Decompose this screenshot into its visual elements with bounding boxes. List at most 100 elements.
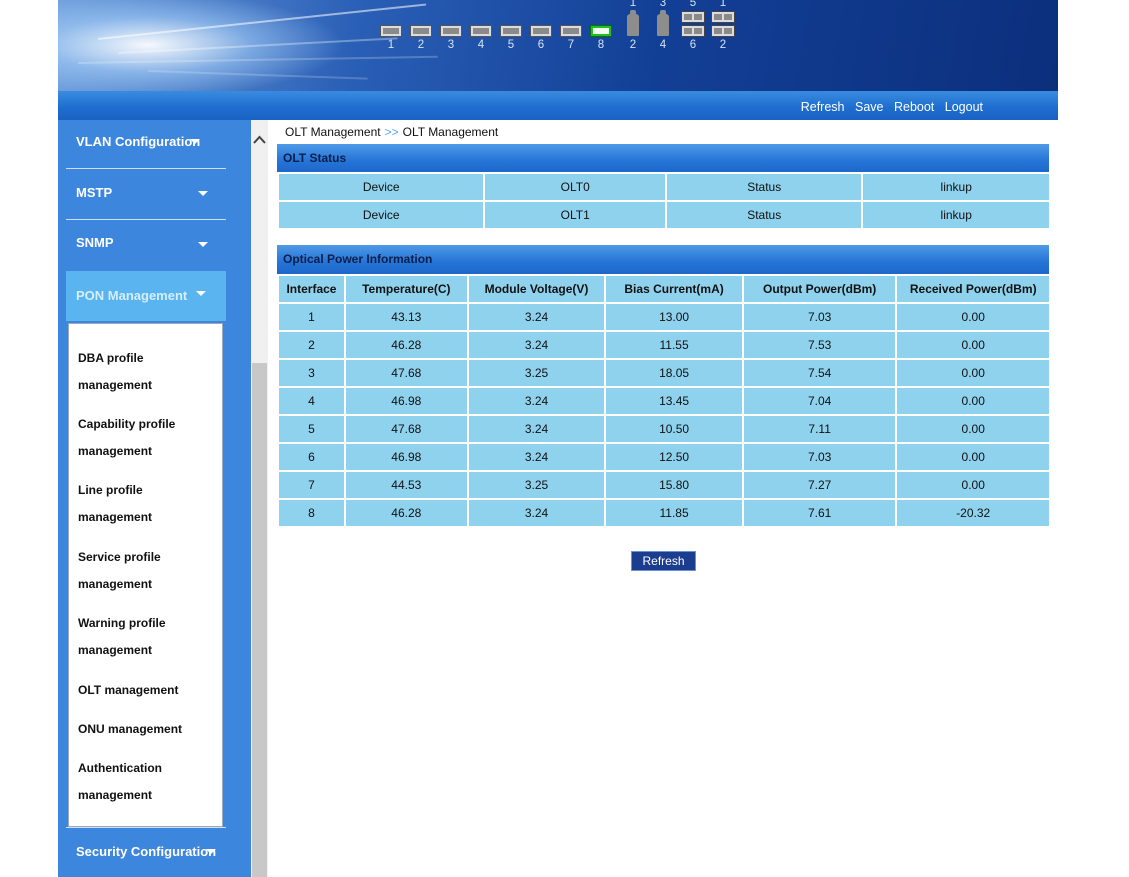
submenu-label: Capability profile [78, 417, 176, 431]
breadcrumb: OLT Management >> OLT Management [285, 125, 498, 139]
port-label: 6 [537, 39, 545, 51]
submenu-label: Service profile [78, 550, 161, 564]
table-row: 2 46.28 3.24 11.55 7.53 0.00 [277, 330, 1051, 360]
logout-link[interactable]: Logout [945, 100, 983, 114]
menu-vlan-configuration[interactable]: VLAN Configuration [66, 120, 226, 168]
pon-port-1-icon[interactable] [380, 25, 402, 37]
table-cell: 46.28 [343, 330, 469, 360]
sidebar: VLAN Configuration MSTP SNMP PON Managem… [58, 120, 251, 877]
menu-pon-management[interactable]: PON Management [66, 271, 226, 321]
table-cell: 7.11 [741, 414, 898, 444]
menu-snmp[interactable]: SNMP [66, 220, 226, 270]
menu-label: MSTP [76, 185, 113, 200]
submenu-label: ONU management [78, 722, 183, 736]
pon-port-7-icon[interactable] [560, 25, 582, 37]
chevron-down-icon [196, 291, 206, 296]
pon-port-2-icon[interactable] [410, 25, 432, 37]
pon-port-3-icon[interactable] [440, 25, 462, 37]
table-cell: 0.00 [895, 414, 1051, 444]
table-header-row: Interface Temperature(C) Module Voltage(V)… [277, 274, 1051, 304]
table-cell: 0.00 [895, 330, 1051, 360]
submenu-label: Warning profile [78, 616, 166, 630]
table-cell: 3.24 [466, 302, 607, 332]
table-cell: 46.98 [343, 386, 469, 416]
table-row: 1 43.13 3.24 13.00 7.03 0.00 [277, 302, 1051, 332]
submenu-onu-management[interactable]: ONU management [78, 716, 218, 743]
menu-label: PON Management [76, 288, 188, 303]
sfp-port-icon[interactable] [657, 10, 669, 36]
submenu-line-profile-management[interactable]: Line profile management [78, 477, 218, 531]
port-label: 1 [629, 0, 637, 9]
table-cell: 7.03 [741, 302, 898, 332]
pon-submenu: DBA profile management Capability profil… [68, 323, 223, 827]
pon-port-8-icon[interactable] [590, 25, 612, 37]
top-links: Refresh Save Reboot Logout [794, 100, 983, 114]
table-cell: 12.50 [604, 442, 744, 472]
table-cell: 46.28 [343, 498, 469, 528]
ge-port-icon[interactable] [681, 11, 705, 23]
column-header: Output Power(dBm) [741, 274, 898, 304]
refresh-link[interactable]: Refresh [801, 100, 845, 114]
submenu-label: management [78, 444, 153, 458]
sidebar-scrollbar-thumb[interactable] [252, 363, 267, 877]
table-cell: 0.00 [895, 442, 1051, 472]
table-cell: Device [276, 200, 486, 230]
submenu-olt-management[interactable]: OLT management [78, 677, 218, 704]
pon-port-6-icon[interactable] [530, 25, 552, 37]
table-cell: 0.00 [895, 302, 1051, 332]
header-banner: 1 2 3 4 5 6 7 8 1 2 3 4 5 6 1 2 [58, 0, 1058, 91]
table-cell: linkup [861, 200, 1051, 230]
submenu-label: management [78, 577, 153, 591]
olt-status-header: OLT Status [277, 144, 1049, 173]
table-cell: 7 [277, 470, 346, 500]
table-cell: 7.54 [741, 358, 898, 388]
submenu-warning-profile-management[interactable]: Warning profile management [78, 610, 218, 664]
table-row: Device OLT0 Status linkup [276, 172, 1051, 202]
table-cell: 47.68 [343, 414, 469, 444]
column-header: Bias Current(mA) [604, 274, 744, 304]
table-cell: -20.32 [895, 498, 1051, 528]
table-cell: linkup [861, 172, 1051, 202]
pon-port-5-icon[interactable] [500, 25, 522, 37]
sfp-port-icon[interactable] [627, 10, 639, 36]
column-header: Received Power(dBm) [895, 274, 1051, 304]
ge-port-icon[interactable] [711, 11, 735, 23]
submenu-label: management [78, 510, 153, 524]
refresh-button[interactable]: Refresh [631, 551, 696, 571]
table-row: Device OLT1 Status linkup [276, 200, 1051, 230]
pon-port-4-icon[interactable] [470, 25, 492, 37]
ge-port-icon[interactable] [681, 25, 705, 37]
table-row: 8 46.28 3.24 11.85 7.61 -20.32 [277, 498, 1051, 528]
table-cell: 7.03 [741, 442, 898, 472]
ge-port-icon[interactable] [711, 25, 735, 37]
port-label: 6 [689, 39, 697, 51]
menu-security-configuration[interactable]: Security Configuration [66, 830, 226, 877]
table-cell: 7.61 [741, 498, 898, 528]
menu-mstp[interactable]: MSTP [66, 169, 226, 219]
table-cell: 46.98 [343, 442, 469, 472]
submenu-authentication-management[interactable]: Authentication management [78, 755, 218, 809]
table-cell: 8 [277, 498, 346, 528]
submenu-service-profile-management[interactable]: Service profile management [78, 544, 218, 598]
submenu-capability-profile-management[interactable]: Capability profile management [78, 411, 218, 465]
scroll-up-icon[interactable] [251, 130, 268, 150]
table-cell: OLT1 [483, 200, 667, 230]
submenu-dba-profile-management[interactable]: DBA profile management [78, 345, 218, 399]
menu-label: SNMP [76, 235, 114, 250]
table-cell: 43.13 [343, 302, 469, 332]
submenu-label: management [78, 378, 153, 392]
reboot-link[interactable]: Reboot [894, 100, 934, 114]
table-cell: 6 [277, 442, 346, 472]
table-cell: Status [664, 200, 864, 230]
section-title: Optical Power Information [283, 252, 433, 266]
port-label: 2 [719, 39, 727, 51]
breadcrumb-item[interactable]: OLT Management [285, 125, 381, 139]
table-cell: 3.24 [466, 414, 607, 444]
table-row: 6 46.98 3.24 12.50 7.03 0.00 [277, 442, 1051, 472]
chevron-down-icon [198, 242, 208, 247]
chevron-down-icon [206, 848, 216, 854]
port-label: 8 [597, 39, 605, 51]
submenu-label: management [78, 643, 153, 657]
table-cell: 0.00 [895, 470, 1051, 500]
save-link[interactable]: Save [855, 100, 884, 114]
